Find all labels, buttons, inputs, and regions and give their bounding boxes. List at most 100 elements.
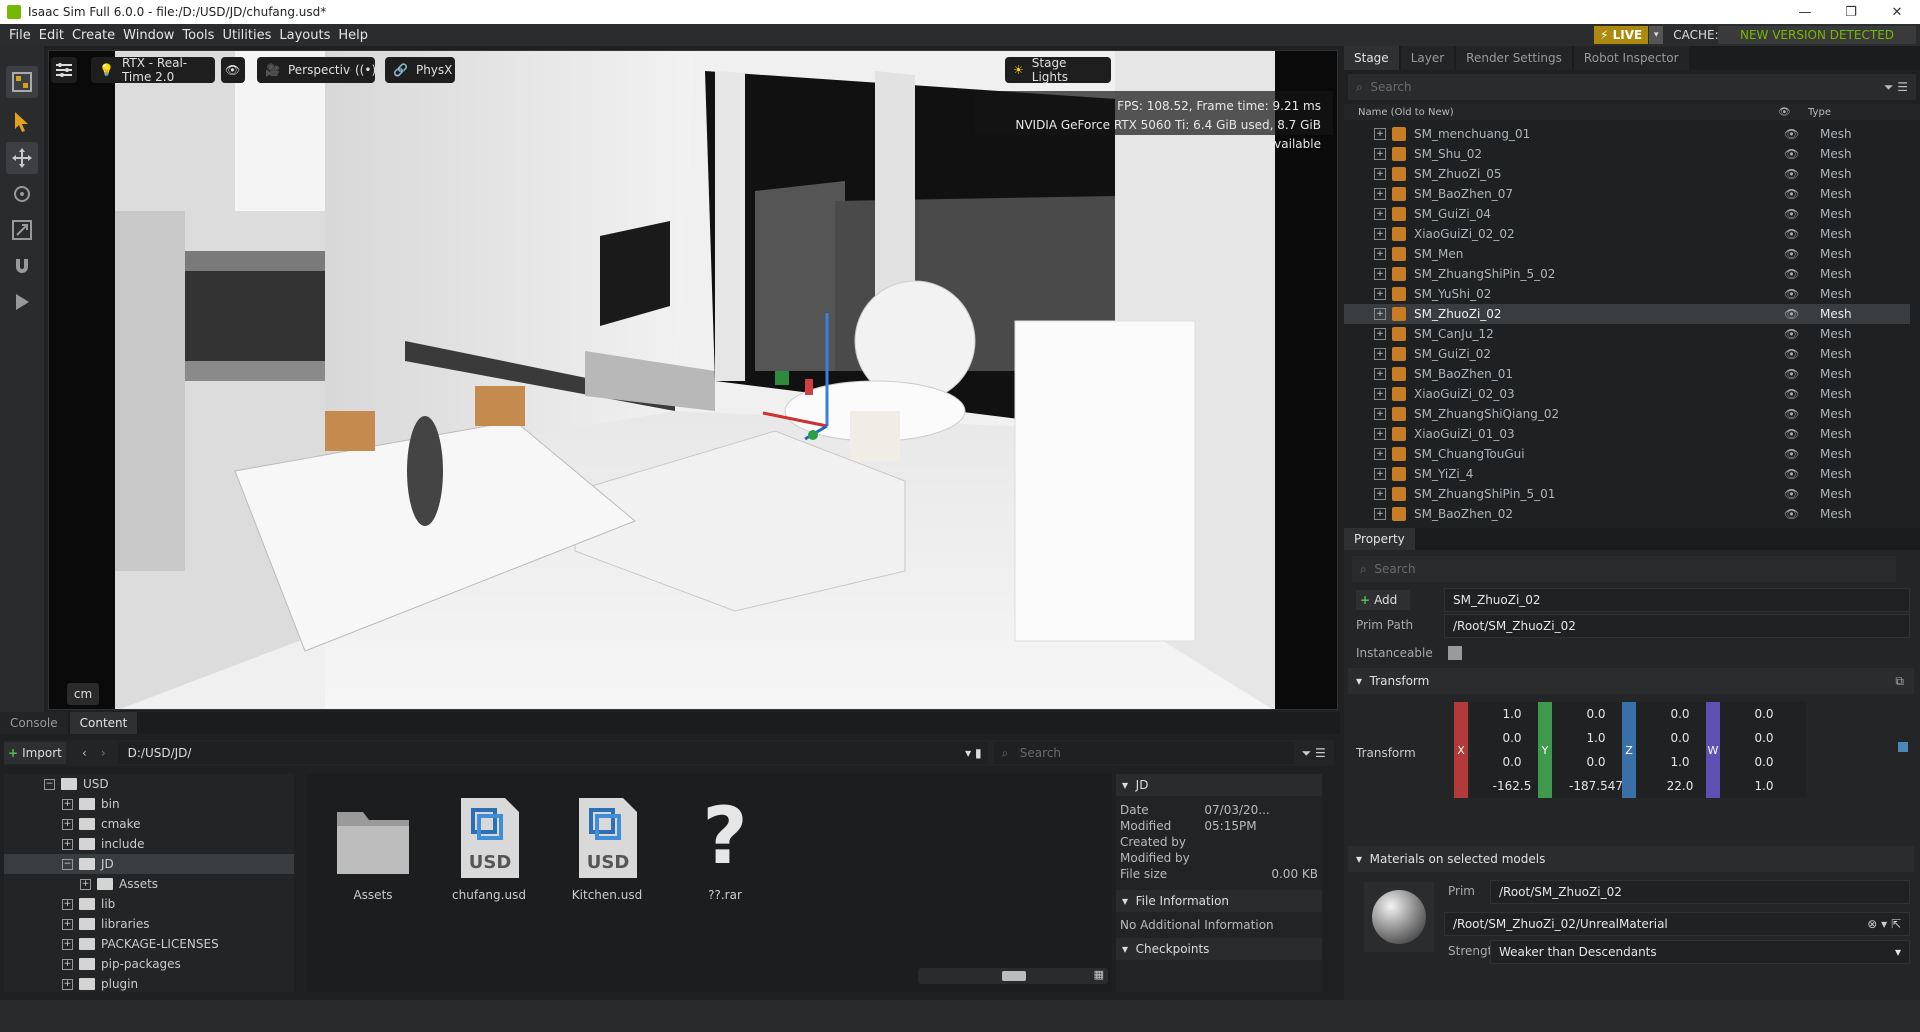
visibility-eye-icon[interactable]: 👁	[1784, 447, 1804, 461]
tab-stage[interactable]: Stage	[1344, 46, 1399, 70]
tree-item[interactable]: + lib	[4, 894, 294, 914]
expand-icon[interactable]: +	[1374, 128, 1386, 140]
visibility-eye-icon[interactable]: 👁	[1784, 267, 1804, 281]
tree-expand-icon[interactable]: +	[62, 918, 73, 930]
visibility-eye-icon[interactable]: 👁	[1784, 167, 1804, 181]
strength-select[interactable]: Weaker than Descendants ▾	[1490, 940, 1910, 964]
camera-button[interactable]: 🎥 Perspective	[257, 57, 365, 83]
expand-icon[interactable]: +	[1374, 228, 1386, 240]
zoom-slider-handle[interactable]	[1002, 971, 1026, 981]
expand-icon[interactable]: +	[1374, 468, 1386, 480]
back-icon[interactable]: ‹	[82, 746, 87, 760]
menu-edit[interactable]: Edit	[35, 28, 68, 43]
visibility-eye-icon[interactable]: 👁	[1784, 387, 1804, 401]
visibility-eye-icon[interactable]: 👁	[1784, 407, 1804, 421]
scale-icon[interactable]	[6, 214, 38, 246]
grid-item-kitchen[interactable]: USD Kitchen.usd	[552, 794, 662, 902]
visibility-eye-icon[interactable]: 👁	[1784, 207, 1804, 221]
materials-section[interactable]: ▾ Materials on selected models	[1348, 846, 1914, 872]
menu-help[interactable]: Help	[334, 28, 372, 43]
transform-section[interactable]: ▾ Transform ⧉	[1348, 668, 1914, 694]
tree-expand-icon[interactable]: +	[62, 818, 73, 830]
tree-expand-icon[interactable]: −	[62, 858, 73, 870]
import-button[interactable]: + Import	[4, 742, 66, 764]
visibility-eye-icon[interactable]: 👁	[1784, 347, 1804, 361]
property-search[interactable]: ⌕ Search	[1352, 556, 1896, 582]
content-search[interactable]: ⌕ Search	[993, 742, 1294, 764]
expand-icon[interactable]: +	[1374, 388, 1386, 400]
visibility-eye-icon[interactable]: 👁	[1784, 187, 1804, 201]
zoom-slider[interactable]: ▦	[918, 968, 1108, 984]
visibility-icon[interactable]: 👁	[221, 57, 245, 83]
stage-row[interactable]: + SM_BaoZhen_07 👁 Mesh	[1344, 184, 1910, 204]
matrix-cell[interactable]: 0.0	[1722, 750, 1806, 774]
tab-layer[interactable]: Layer	[1400, 46, 1455, 70]
menu-layouts[interactable]: Layouts	[275, 28, 334, 43]
audio-icon[interactable]: ((•))	[351, 57, 381, 83]
stage-row[interactable]: + XiaoGuiZi_02_03 👁 Mesh	[1344, 384, 1910, 404]
tree-item[interactable]: + include	[4, 834, 294, 854]
stage-row[interactable]: + SM_Shu_02 👁 Mesh	[1344, 144, 1910, 164]
tab-property[interactable]: Property	[1344, 528, 1415, 550]
stage-row[interactable]: + SM_GuiZi_04 👁 Mesh	[1344, 204, 1910, 224]
instanceable-checkbox[interactable]	[1448, 646, 1462, 660]
expand-icon[interactable]: +	[1374, 408, 1386, 420]
file-information-header[interactable]: ▾ File Information	[1116, 890, 1322, 912]
tree-item[interactable]: + libraries	[4, 914, 294, 934]
stage-row[interactable]: + SM_BaoZhen_02 👁 Mesh	[1344, 504, 1910, 524]
visibility-eye-icon[interactable]: 👁	[1784, 227, 1804, 241]
menu-file[interactable]: File	[0, 28, 35, 43]
transform-options-icon[interactable]: ⧉	[1895, 674, 1904, 689]
stage-row[interactable]: + SM_BaoZhen_01 👁 Mesh	[1344, 364, 1910, 384]
tree-item[interactable]: + plugin	[4, 974, 294, 992]
transform-toggle[interactable]	[1898, 742, 1908, 752]
expand-icon[interactable]: +	[1374, 188, 1386, 200]
stage-row[interactable]: + XiaoGuiZi_01_03 👁 Mesh	[1344, 424, 1910, 444]
expand-icon[interactable]: +	[1374, 448, 1386, 460]
expand-icon[interactable]: +	[1374, 208, 1386, 220]
path-dropdown-icon[interactable]: ▾ ▮	[965, 746, 981, 760]
stage-row[interactable]: + SM_YuShi_02 👁 Mesh	[1344, 284, 1910, 304]
expand-icon[interactable]: +	[1374, 428, 1386, 440]
matrix-cell[interactable]: 0.0	[1722, 726, 1806, 750]
stage-row[interactable]: + SM_Men 👁 Mesh	[1344, 244, 1910, 264]
checkpoints-header[interactable]: ▾ Checkpoints	[1116, 938, 1322, 960]
stage-row[interactable]: + SM_ZhuangShiQiang_02 👁 Mesh	[1344, 404, 1910, 424]
tree-expand-icon[interactable]: +	[62, 798, 73, 810]
tree-expand-icon[interactable]: −	[44, 778, 55, 790]
stage-row[interactable]: + SM_GuiZi_02 👁 Mesh	[1344, 344, 1910, 364]
add-button[interactable]: + Add	[1356, 590, 1410, 610]
viewport-settings-icon[interactable]	[51, 57, 77, 83]
tree-item[interactable]: − JD	[4, 854, 294, 874]
visibility-eye-icon[interactable]: 👁	[1784, 287, 1804, 301]
expand-icon[interactable]: +	[1374, 168, 1386, 180]
menu-utilities[interactable]: Utilities	[218, 28, 275, 43]
prim-name-field[interactable]: SM_ZhuoZi_02	[1444, 588, 1910, 612]
unit-badge[interactable]: cm	[67, 683, 99, 705]
forward-icon[interactable]: ›	[101, 746, 106, 760]
tree-expand-icon[interactable]: +	[62, 958, 73, 970]
expand-icon[interactable]: +	[1374, 348, 1386, 360]
stage-row[interactable]: + SM_ZhuoZi_02 👁 Mesh	[1344, 304, 1910, 324]
renderer-button[interactable]: 💡 RTX - Real-Time 2.0	[91, 56, 215, 84]
physx-button[interactable]: 🔗 PhysX	[385, 57, 455, 83]
stage-row[interactable]: + SM_menchuang_01 👁 Mesh	[1344, 124, 1910, 144]
grid-item-rar[interactable]: ? ??.rar	[670, 792, 780, 902]
snap-icon[interactable]	[6, 250, 38, 282]
stage-row[interactable]: + SM_ChuangTouGui 👁 Mesh	[1344, 444, 1910, 464]
tree-item[interactable]: + cmake	[4, 814, 294, 834]
expand-icon[interactable]: +	[1374, 308, 1386, 320]
viewport[interactable]: 💡 RTX - Real-Time 2.0 👁 🎥 Perspective ((…	[48, 50, 1338, 710]
tree-expand-icon[interactable]: +	[62, 978, 73, 990]
content-filter-icon[interactable]: ⏷ ☰	[1302, 746, 1326, 761]
expand-icon[interactable]: +	[1374, 488, 1386, 500]
play-icon[interactable]	[6, 286, 38, 318]
stage-row[interactable]: + SM_ZhuangShiPin_5_01 👁 Mesh	[1344, 484, 1910, 504]
tab-content[interactable]: Content	[69, 712, 138, 734]
visibility-eye-icon[interactable]: 👁	[1784, 127, 1804, 141]
tree-expand-icon[interactable]: +	[62, 838, 73, 850]
expand-icon[interactable]: +	[1374, 288, 1386, 300]
material-prim-field[interactable]: /Root/SM_ZhuoZi_02	[1490, 880, 1910, 904]
tree-item[interactable]: + PACKAGE-LICENSES	[4, 934, 294, 954]
grid-item-assets[interactable]: Assets	[318, 794, 428, 902]
